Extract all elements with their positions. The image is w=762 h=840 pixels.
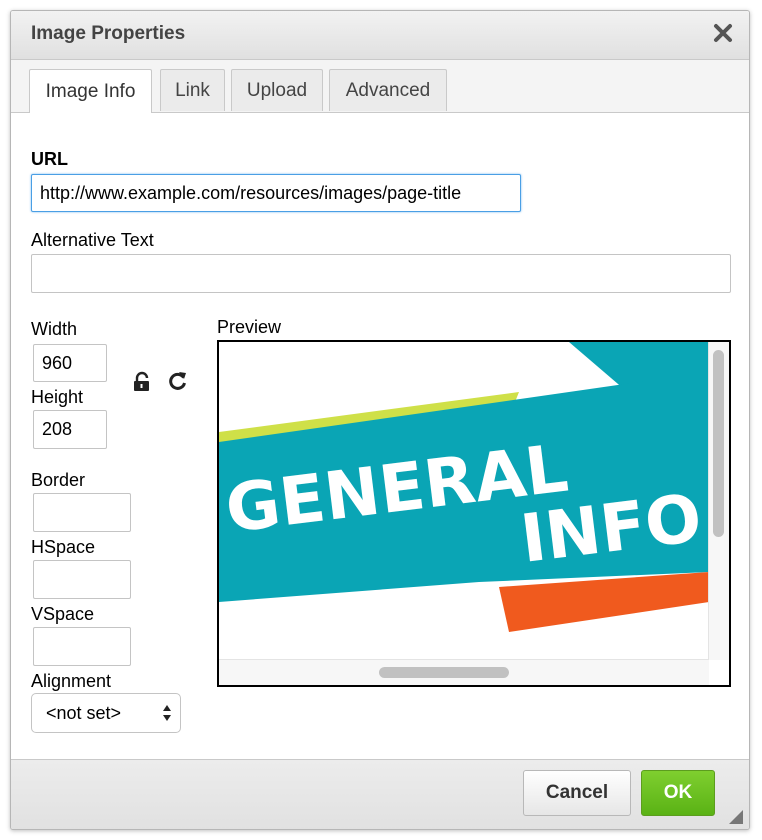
- dialog-body: URL Alternative Text Width Height Border…: [11, 113, 749, 759]
- url-input[interactable]: [31, 174, 521, 212]
- alignment-selected-value: <not set>: [46, 703, 122, 723]
- tab-image-info[interactable]: Image Info: [29, 69, 152, 113]
- dialog-title: Image Properties: [31, 23, 186, 44]
- dialog-footer: Cancel OK: [11, 759, 749, 829]
- preview-image: GENERAL INFO: [219, 342, 709, 660]
- tab-link[interactable]: Link: [160, 69, 225, 111]
- alt-text-label: Alternative Text: [31, 230, 154, 250]
- hspace-label: HSpace: [31, 537, 96, 557]
- border-label: Border: [31, 470, 86, 490]
- height-input[interactable]: [33, 410, 107, 449]
- tab-advanced[interactable]: Advanced: [329, 69, 447, 111]
- tab-bar: Image Info Link Upload Advanced: [11, 60, 749, 113]
- lock-icon-glyph: [134, 371, 149, 391]
- resize-handle-icon[interactable]: [729, 810, 743, 824]
- reset-size-icon-glyph: [169, 372, 186, 390]
- url-label: URL: [31, 149, 68, 169]
- preview-horizontal-scroll-thumb[interactable]: [379, 667, 509, 678]
- ok-button[interactable]: OK: [641, 770, 715, 816]
- preview-vertical-scroll-thumb[interactable]: [713, 350, 724, 537]
- width-input[interactable]: [33, 344, 107, 382]
- close-icon-glyph: [714, 24, 732, 42]
- image-properties-dialog: Image Properties Image Info Link Upload …: [10, 10, 750, 830]
- alignment-label: Alignment: [31, 671, 112, 691]
- vspace-input[interactable]: [33, 627, 131, 666]
- tab-upload[interactable]: Upload: [231, 69, 323, 111]
- alt-text-input[interactable]: [31, 254, 731, 293]
- dialog-titlebar[interactable]: Image Properties: [11, 11, 749, 60]
- hspace-input[interactable]: [33, 560, 131, 599]
- cancel-button[interactable]: Cancel: [523, 770, 631, 816]
- image-preview: GENERAL INFO: [217, 340, 731, 687]
- height-label: Height: [31, 387, 84, 407]
- preview-vertical-scrollbar[interactable]: [708, 342, 729, 660]
- width-label: Width: [31, 319, 78, 339]
- border-input[interactable]: [33, 493, 131, 532]
- close-icon[interactable]: [709, 19, 737, 47]
- select-arrows-icon: [163, 705, 171, 721]
- preview-horizontal-scrollbar[interactable]: [219, 659, 709, 685]
- reset-size-icon[interactable]: [167, 370, 189, 392]
- preview-label: Preview: [217, 317, 282, 337]
- alignment-select[interactable]: <not set>: [31, 693, 181, 733]
- vspace-label: VSpace: [31, 604, 95, 624]
- lock-icon[interactable]: [131, 371, 153, 393]
